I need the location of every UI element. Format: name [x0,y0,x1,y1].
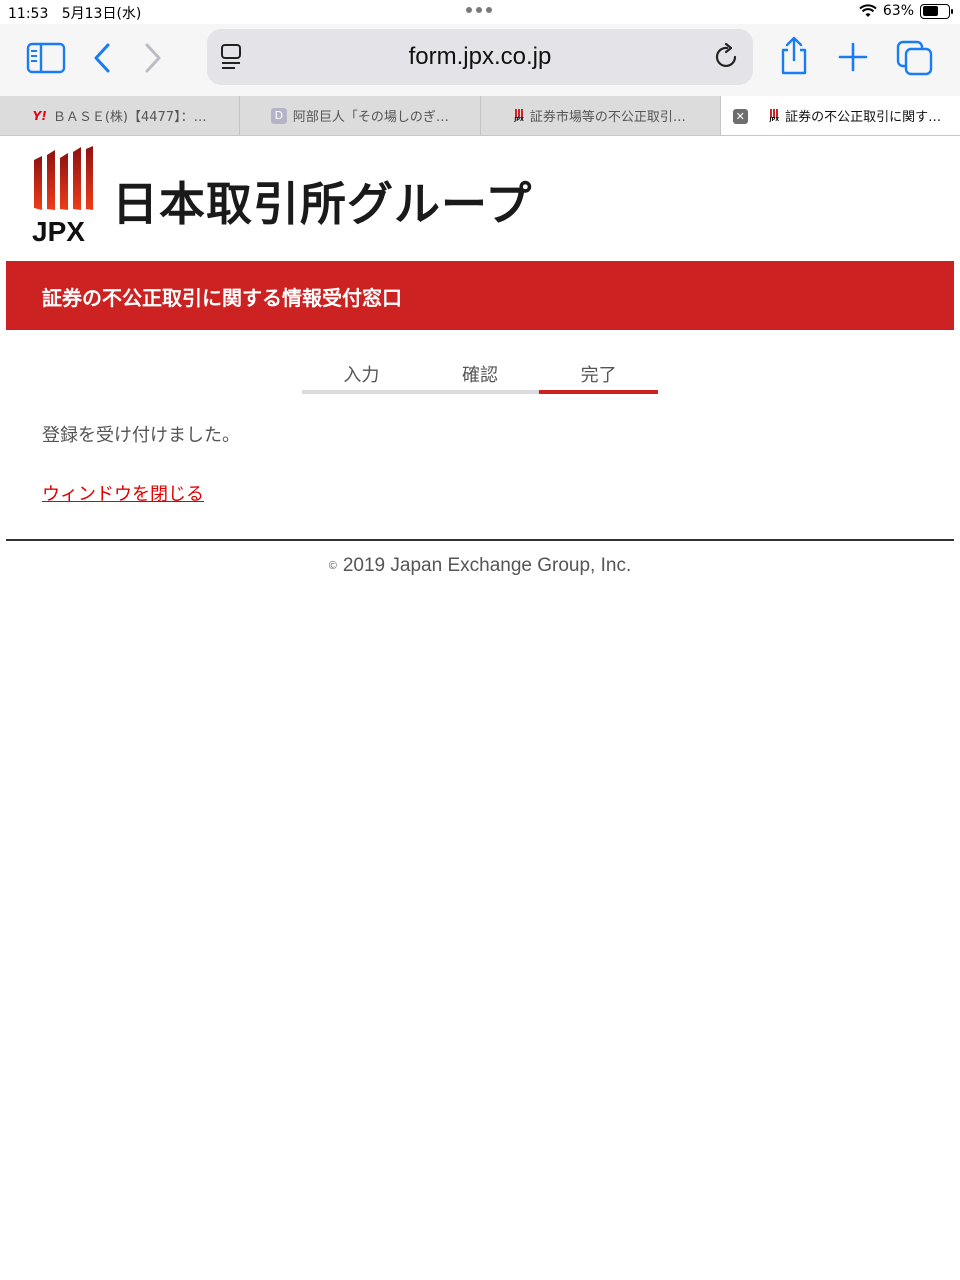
tab-jpx-market[interactable]: JPX 証券市場等の不公正取引… [481,96,721,135]
close-window-link[interactable]: ウィンドウを閉じる [42,480,204,506]
new-tab-icon[interactable] [838,42,868,72]
tab-bar: Y! ＢＡＳＥ(株)【4477】：… D 阿部巨人「その場しのぎ… JPX 証券… [0,96,960,136]
tab-title: ＢＡＳＥ(株)【4477】：… [52,110,207,125]
sidebar-icon[interactable] [26,42,66,74]
tab-abe[interactable]: D 阿部巨人「その場しのぎ… [240,96,481,135]
battery-icon [920,3,953,19]
tab-jpx-current[interactable]: ✕ JPX 証券の不公正取引に関す… [720,96,960,135]
status-bar: 11:53 5月13日(水) 63% [0,0,960,24]
step-complete: 完了 [539,356,659,394]
tab-overview-icon[interactable] [896,40,934,76]
tab-title: 証券の不公正取引に関す… [785,110,942,125]
status-right: 63% [859,3,953,19]
completion-message: 登録を受け付けました。 [42,425,240,446]
footer-divider [6,539,954,541]
reload-icon[interactable] [713,42,741,76]
step-confirm: 確認 [420,356,540,394]
back-icon[interactable] [92,42,114,74]
status-time: 11:53 5月13日(水) [8,6,142,22]
tab-title: 証券市場等の不公正取引… [529,110,686,125]
d-favicon-icon: D [270,107,287,124]
address-bar[interactable]: form.jpx.co.jp [207,29,753,85]
copyright-text: 2019 Japan Exchange Group, Inc. [342,555,632,576]
url-text: form.jpx.co.jp [408,43,552,70]
close-tab-icon[interactable]: ✕ [732,109,748,124]
multitasking-dots-icon[interactable] [466,7,492,13]
jpx-favicon-icon: JPX [514,108,524,123]
forward-icon[interactable] [141,42,163,74]
page-title: 証券の不公正取引に関する情報受付窓口 [42,286,402,310]
logo-abbr: JPX [32,216,85,247]
logo-text: 日本取引所グループ [112,177,533,231]
yahoo-favicon-icon: Y! [32,108,47,123]
copyright-symbol: © [328,559,337,572]
jpx-logo[interactable]: JPX 日本取引所グループ [30,146,531,247]
wifi-icon [859,4,877,17]
footer: © 2019 Japan Exchange Group, Inc. [0,555,960,577]
status-date: 5月13日(水) [61,6,142,22]
page-banner: 証券の不公正取引に関する情報受付窓口 [6,261,954,330]
browser-toolbar: form.jpx.co.jp [0,24,960,96]
tab-base[interactable]: Y! ＢＡＳＥ(株)【4477】：… [0,96,241,135]
share-icon[interactable] [778,36,810,76]
tab-title: 阿部巨人「その場しのぎ… [292,110,449,125]
jpx-favicon-icon: JPX [770,108,779,123]
step-input: 入力 [302,356,421,394]
progress-steps: 入力 確認 完了 [302,356,659,394]
battery-percent: 63% [882,3,914,19]
